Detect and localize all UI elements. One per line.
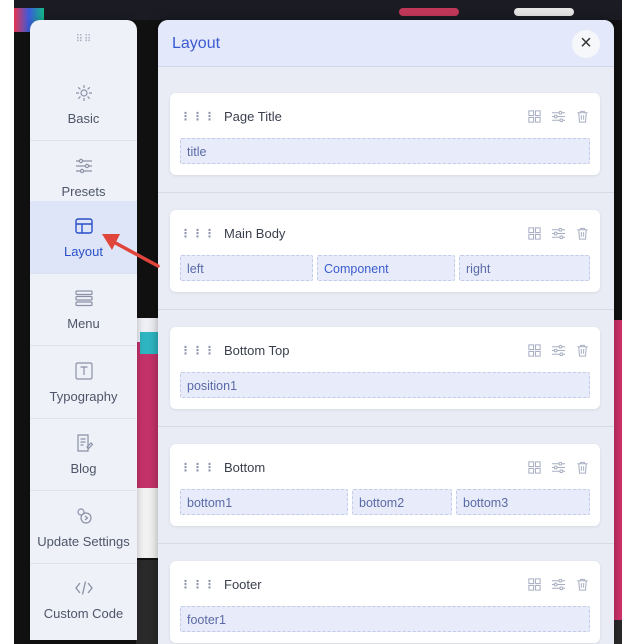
- position-slot[interactable]: position1: [180, 372, 590, 398]
- drag-handle-icon[interactable]: ⠿⠿: [74, 34, 94, 45]
- row-tools: [527, 577, 590, 592]
- columns-icon[interactable]: [527, 460, 542, 475]
- position-slot[interactable]: bottom1: [180, 489, 348, 515]
- settings-sliders-icon[interactable]: [551, 577, 566, 592]
- row-tools: [527, 343, 590, 358]
- row-title: Page Title: [224, 109, 282, 124]
- update-icon: [76, 507, 92, 524]
- trash-icon[interactable]: [575, 460, 590, 475]
- code-icon: [74, 580, 93, 595]
- sidebar-item-menu[interactable]: Menu: [30, 273, 137, 346]
- trash-icon[interactable]: [575, 109, 590, 124]
- settings-sliders-icon[interactable]: [551, 109, 566, 124]
- row-tools: [527, 226, 590, 241]
- settings-sliders-icon[interactable]: [551, 460, 566, 475]
- row-tools: [527, 109, 590, 124]
- drag-handle-icon[interactable]: ⋮⋮⋮: [180, 227, 216, 240]
- position-slot[interactable]: bottom3: [456, 489, 590, 515]
- position-slot[interactable]: bottom2: [352, 489, 452, 515]
- annotation-arrow: [102, 234, 160, 268]
- layout-row-footer: ⋮⋮⋮ Footer footer1: [170, 561, 600, 643]
- background-page-header: [14, 0, 622, 20]
- panel-title: Layout: [172, 35, 221, 52]
- settings-sliders-icon[interactable]: [551, 343, 566, 358]
- sidebar-item-typography[interactable]: Typography: [30, 346, 137, 419]
- sidebar-item-label: Basic: [67, 110, 100, 126]
- drag-handle-icon[interactable]: ⋮⋮⋮: [180, 578, 216, 591]
- panel-header: Layout ×: [158, 20, 614, 67]
- layout-row-page-title: ⋮⋮⋮ Page Title title: [170, 93, 600, 175]
- sidebar-item-basic[interactable]: Basic: [30, 68, 137, 141]
- typography-icon: [74, 361, 93, 380]
- settings-sliders-icon[interactable]: [551, 226, 566, 241]
- drag-handle-icon[interactable]: ⋮⋮⋮: [180, 110, 216, 123]
- trash-icon[interactable]: [575, 226, 590, 241]
- sidebar-item-label: Typography: [49, 388, 118, 404]
- row-title: Footer: [224, 577, 262, 592]
- sidebar-item-custom-code[interactable]: Custom Code: [30, 563, 137, 635]
- layout-row-main-body: ⋮⋮⋮ Main Body left Component right: [170, 210, 600, 292]
- position-slot[interactable]: left: [180, 255, 313, 281]
- row-title: Bottom: [224, 460, 266, 475]
- layout-panel: Layout × ⋮⋮⋮ Page Title title ⋮⋮⋮ Main B…: [158, 20, 614, 644]
- columns-icon[interactable]: [527, 343, 542, 358]
- columns-icon[interactable]: [527, 577, 542, 592]
- row-tools: [527, 460, 590, 475]
- sidebar-item-label: Blog: [70, 460, 97, 476]
- component-slot[interactable]: Component: [317, 255, 455, 281]
- close-button[interactable]: ×: [572, 30, 600, 58]
- columns-icon[interactable]: [527, 226, 542, 241]
- drag-handle-icon[interactable]: ⋮⋮⋮: [180, 461, 216, 474]
- position-slot[interactable]: title: [180, 138, 590, 164]
- row-title: Main Body: [224, 226, 286, 241]
- row-title: Bottom Top: [224, 343, 290, 358]
- sliders-icon: [75, 158, 92, 173]
- layout-row-bottom-top: ⋮⋮⋮ Bottom Top position1: [170, 327, 600, 409]
- position-slot[interactable]: footer1: [180, 606, 590, 632]
- sidebar-item-label: Custom Code: [43, 605, 124, 621]
- sidebar-item-label: Update Settings: [37, 533, 130, 549]
- trash-icon[interactable]: [575, 577, 590, 592]
- settings-sidebar: ⠿⠿ Basic Presets Layout Menu Typography …: [30, 20, 137, 640]
- columns-icon[interactable]: [527, 109, 542, 124]
- blog-icon: [76, 433, 93, 452]
- layout-row-bottom: ⋮⋮⋮ Bottom bottom1 bottom2 bottom3: [170, 444, 600, 526]
- gear-icon: [75, 84, 92, 101]
- position-slot[interactable]: right: [459, 255, 590, 281]
- layout-icon: [74, 217, 93, 234]
- sidebar-item-label: Menu: [67, 315, 100, 331]
- trash-icon[interactable]: [575, 343, 590, 358]
- sidebar-item-label: Presets: [61, 183, 106, 199]
- sidebar-item-update-settings[interactable]: Update Settings: [30, 491, 137, 564]
- sidebar-item-blog[interactable]: Blog: [30, 418, 137, 491]
- menu-icon: [74, 289, 93, 306]
- layout-rows: ⋮⋮⋮ Page Title title ⋮⋮⋮ Main Body left …: [158, 67, 614, 644]
- drag-handle-icon[interactable]: ⋮⋮⋮: [180, 344, 216, 357]
